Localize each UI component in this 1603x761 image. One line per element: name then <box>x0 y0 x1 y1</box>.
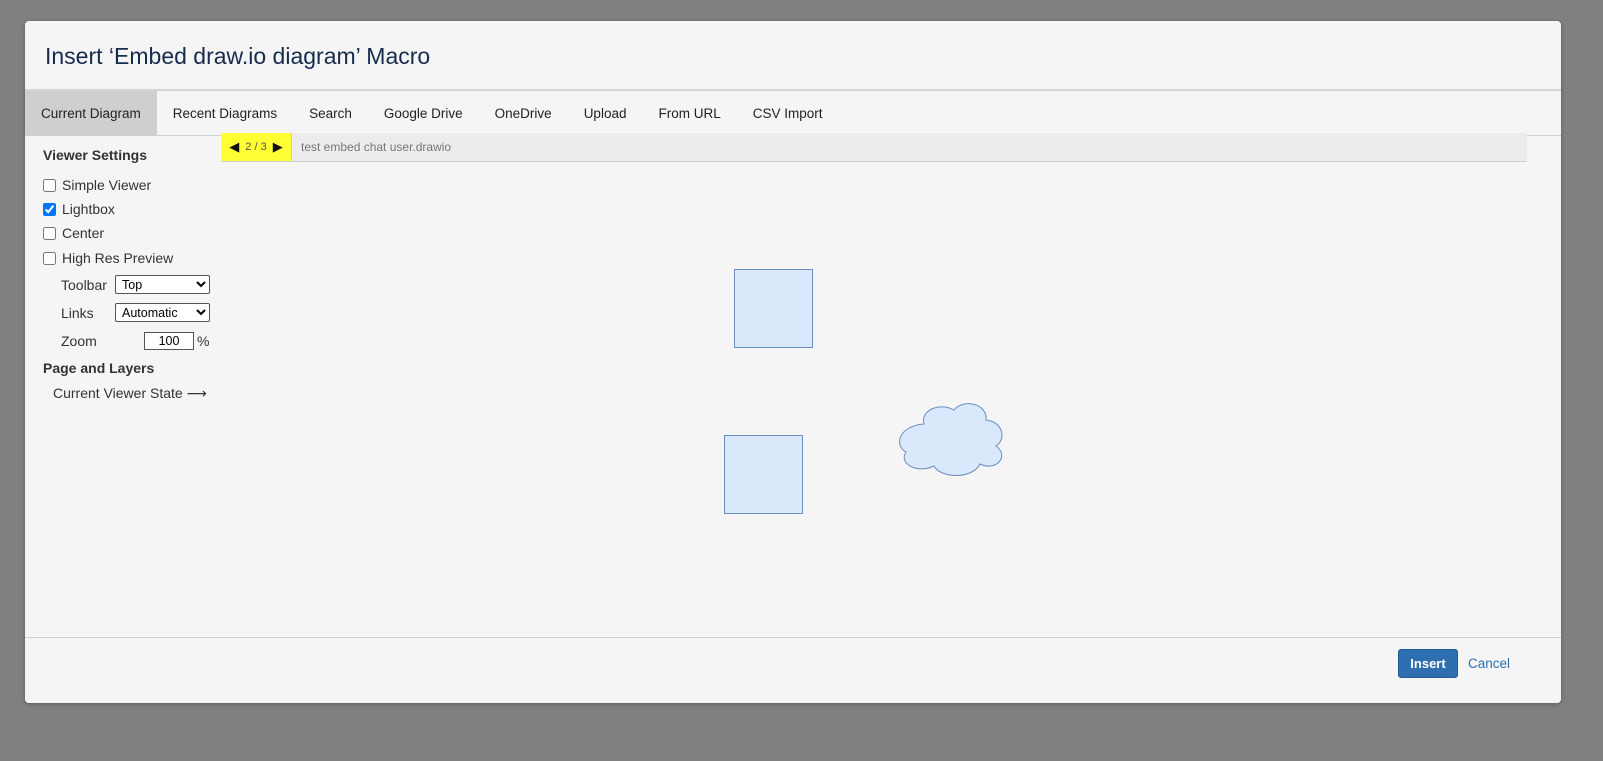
links-label: Links <box>61 304 94 321</box>
links-setting-row: Links Automatic <box>61 303 239 322</box>
zoom-setting-row: Zoom % <box>61 332 239 350</box>
viewer-settings-panel: Viewer Settings Simple Viewer Lightbox C… <box>25 135 221 645</box>
center-option[interactable]: Center <box>43 225 104 241</box>
current-viewer-state-link[interactable]: Current Viewer State ⟶ <box>53 385 207 402</box>
tab-upload[interactable]: Upload <box>568 91 643 135</box>
high-res-preview-label: High Res Preview <box>62 250 174 266</box>
tab-csv-import[interactable]: CSV Import <box>737 91 839 135</box>
rectangle-shape <box>724 435 803 514</box>
tab-current-diagram[interactable]: Current Diagram <box>25 91 157 135</box>
cloud-shape <box>899 403 1003 476</box>
center-label: Center <box>62 225 105 241</box>
tab-onedrive[interactable]: OneDrive <box>479 91 568 135</box>
page-indicator: 2 / 3 <box>245 141 267 153</box>
toolbar-setting-row: Toolbar Top <box>61 275 239 294</box>
high-res-preview-checkbox[interactable] <box>43 251 56 265</box>
zoom-input[interactable] <box>144 332 194 350</box>
simple-viewer-option[interactable]: Simple Viewer <box>43 177 151 193</box>
lightbox-checkbox[interactable] <box>43 202 56 216</box>
diagram-viewer: ◀ 2 / 3 ▶ test embed chat user.drawio <box>221 133 1527 639</box>
insert-button[interactable]: Insert <box>1398 649 1458 678</box>
zoom-label: Zoom <box>61 333 97 349</box>
page-and-layers-heading: Page and Layers <box>43 360 155 376</box>
page-navigator: ◀ 2 / 3 ▶ <box>221 133 292 161</box>
tab-recent-diagrams[interactable]: Recent Diagrams <box>157 91 293 135</box>
simple-viewer-checkbox[interactable] <box>43 178 56 192</box>
triangle-left-icon[interactable]: ◀ <box>229 139 239 155</box>
diagram-canvas[interactable] <box>221 162 1527 639</box>
triangle-right-icon[interactable]: ▶ <box>273 139 283 155</box>
toolbar-label: Toolbar <box>61 276 107 293</box>
tab-from-url[interactable]: From URL <box>642 91 736 135</box>
high-res-preview-option[interactable]: High Res Preview <box>43 250 173 266</box>
cancel-link[interactable]: Cancel <box>1468 656 1510 671</box>
lightbox-label: Lightbox <box>62 201 115 217</box>
viewer-settings-heading: Viewer Settings <box>43 147 148 163</box>
dialog-title: Insert ‘Embed draw.io diagram’ Macro <box>45 43 431 69</box>
macro-dialog: Insert ‘Embed draw.io diagram’ Macro Cur… <box>25 21 1561 703</box>
rectangle-shape <box>734 269 813 348</box>
toolbar-select[interactable]: Top <box>115 275 210 294</box>
links-select[interactable]: Automatic <box>115 303 210 322</box>
lightbox-option[interactable]: Lightbox <box>43 201 115 217</box>
zoom-unit: % <box>197 333 210 349</box>
simple-viewer-label: Simple Viewer <box>62 177 152 193</box>
diagram-filename: test embed chat user.drawio <box>301 140 452 154</box>
dialog-footer: Insert Cancel <box>25 637 1561 703</box>
center-checkbox[interactable] <box>43 226 56 240</box>
tab-bar: Current Diagram Recent Diagrams Search G… <box>25 89 1561 136</box>
tab-search[interactable]: Search <box>293 91 368 135</box>
tab-google-drive[interactable]: Google Drive <box>368 91 479 135</box>
viewer-toolbar: ◀ 2 / 3 ▶ test embed chat user.drawio <box>221 133 1527 162</box>
